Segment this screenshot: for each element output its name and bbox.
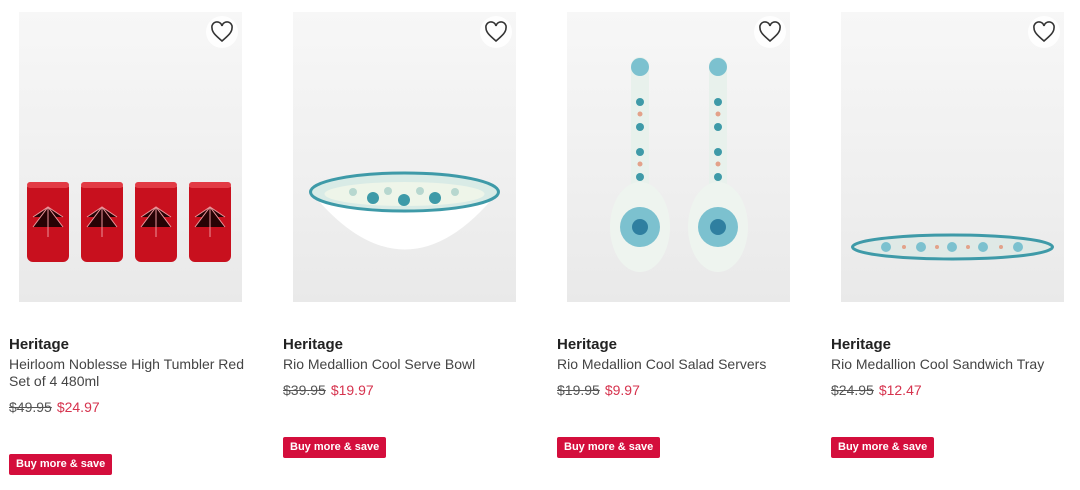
product-card: Heritage Rio Medallion Cool Serve Bowl $… — [283, 0, 543, 490]
product-title[interactable]: Rio Medallion Cool Salad Servers — [557, 356, 812, 373]
product-image[interactable] — [19, 12, 242, 302]
was-price: $19.95 — [557, 382, 600, 398]
product-brand: Heritage — [9, 336, 70, 353]
product-image[interactable] — [567, 12, 790, 302]
product-price: $24.95 $12.47 — [831, 382, 922, 398]
was-price: $24.95 — [831, 382, 874, 398]
was-price: $39.95 — [283, 382, 326, 398]
serve-bowl-image — [309, 171, 500, 250]
wishlist-heart-icon[interactable] — [480, 16, 512, 48]
product-title[interactable]: Rio Medallion Cool Serve Bowl — [283, 356, 538, 373]
product-card: Heritage Rio Medallion Cool Sandwich Tra… — [831, 0, 1080, 490]
wishlist-heart-icon[interactable] — [206, 16, 238, 48]
sale-price: $19.97 — [330, 382, 374, 398]
product-price: $19.95 $9.97 — [557, 382, 640, 398]
was-price: $49.95 — [9, 399, 52, 415]
product-title[interactable]: Rio Medallion Cool Sandwich Tray — [831, 356, 1080, 373]
product-grid: Heritage Heirloom Noblesse High Tumbler … — [0, 0, 1080, 490]
product-price: $49.95 $24.97 — [9, 399, 100, 415]
product-brand: Heritage — [831, 336, 892, 353]
buy-more-save-button[interactable]: Buy more & save — [831, 437, 935, 458]
product-price: $39.95 $19.97 — [283, 382, 374, 398]
product-image[interactable] — [841, 12, 1064, 302]
buy-more-save-button[interactable]: Buy more & save — [557, 437, 661, 458]
wishlist-heart-icon[interactable] — [754, 16, 786, 48]
wishlist-heart-icon[interactable] — [1028, 16, 1060, 48]
product-title[interactable]: Heirloom Noblesse High Tumbler Red Set o… — [9, 356, 264, 390]
buy-more-save-button[interactable]: Buy more & save — [283, 437, 387, 458]
sale-price: $9.97 — [604, 382, 640, 398]
sandwich-tray-image — [851, 233, 1054, 261]
sale-price: $12.47 — [878, 382, 922, 398]
product-brand: Heritage — [283, 336, 344, 353]
sale-price: $24.97 — [56, 399, 100, 415]
buy-more-save-button[interactable]: Buy more & save — [9, 454, 113, 475]
product-card: Heritage Rio Medallion Cool Salad Server… — [557, 0, 817, 490]
product-brand: Heritage — [557, 336, 618, 353]
product-card: Heritage Heirloom Noblesse High Tumbler … — [9, 0, 269, 490]
product-image[interactable] — [293, 12, 516, 302]
red-tumblers-image — [27, 182, 231, 262]
salad-servers-image — [610, 57, 748, 272]
